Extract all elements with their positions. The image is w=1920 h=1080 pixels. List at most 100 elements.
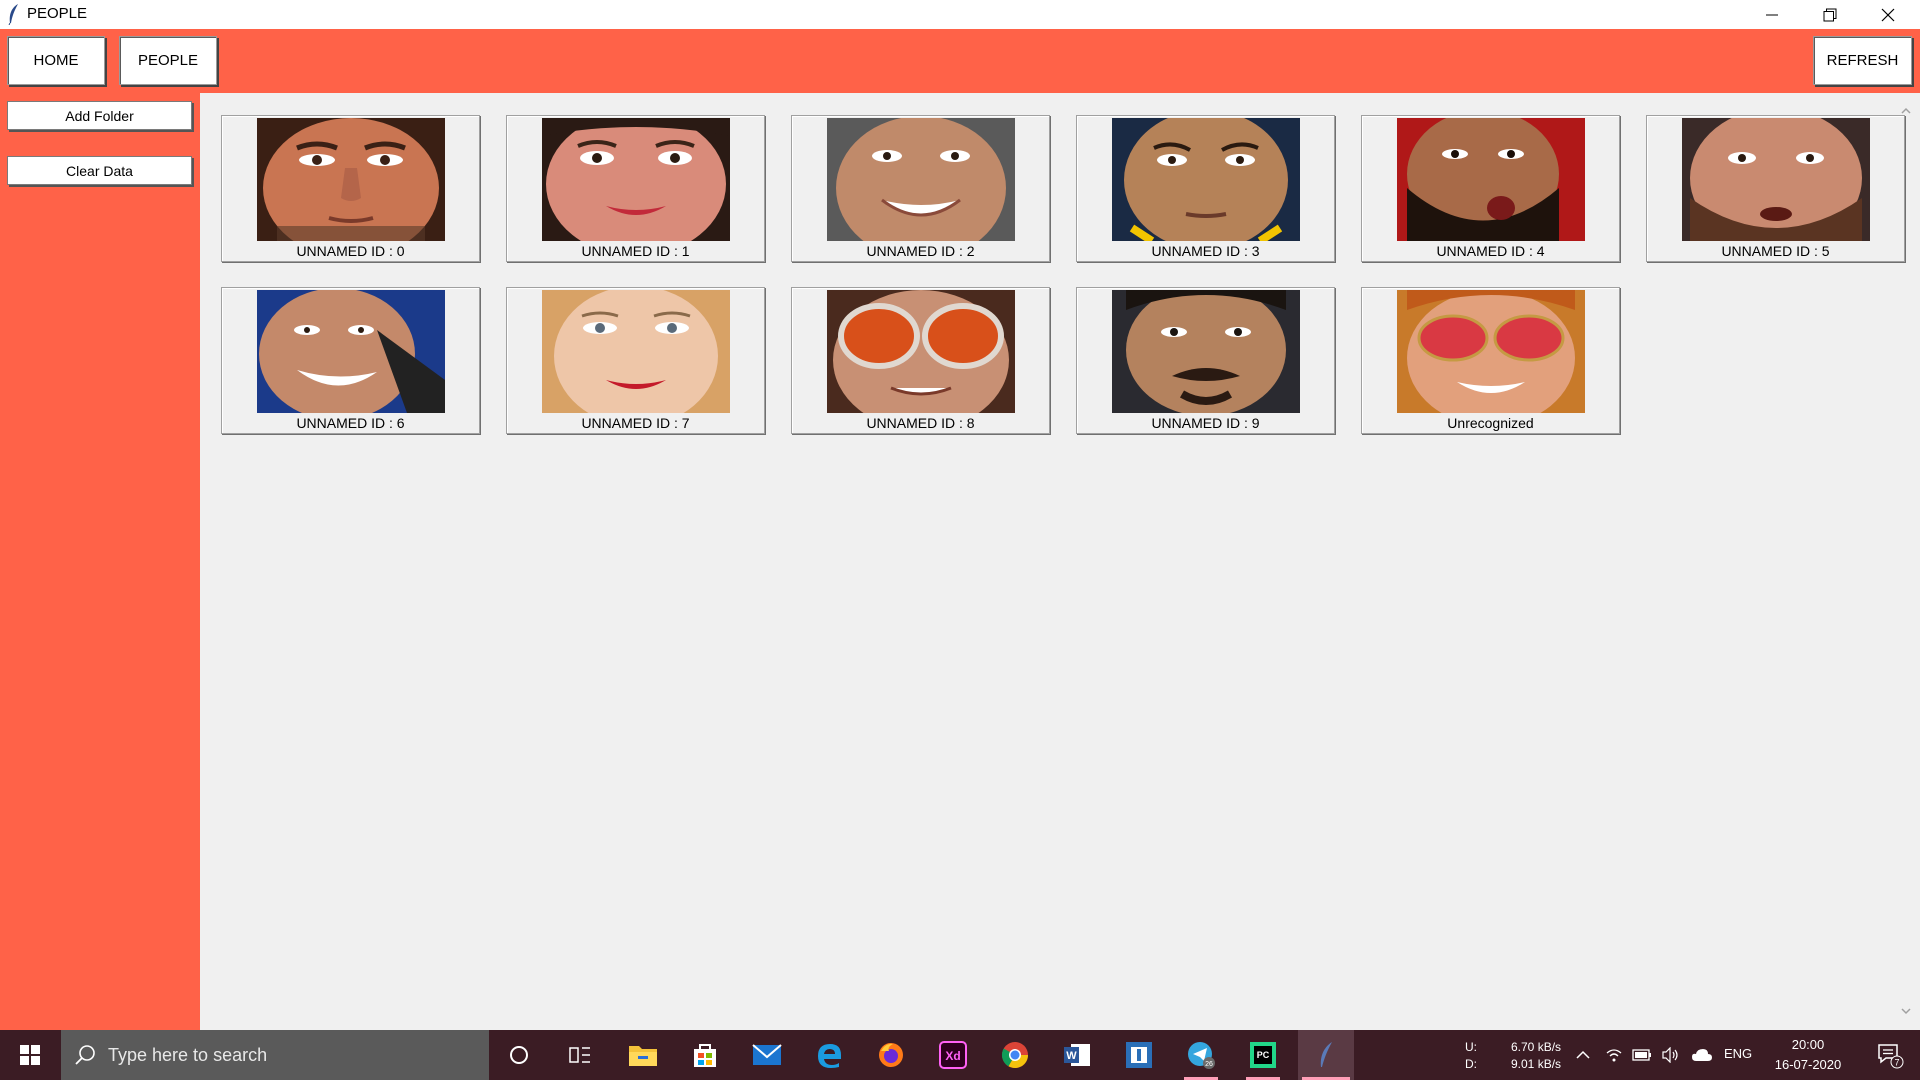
close-button[interactable] bbox=[1859, 0, 1917, 29]
task-view-button[interactable] bbox=[555, 1030, 605, 1080]
file-explorer-icon bbox=[629, 1046, 657, 1066]
taskbar-file-explorer[interactable] bbox=[618, 1030, 668, 1080]
person-card[interactable]: UNNAMED ID : 5 bbox=[1646, 115, 1905, 262]
face-photo bbox=[1397, 290, 1585, 413]
face-photo bbox=[1397, 118, 1585, 241]
person-card[interactable]: UNNAMED ID : 1 bbox=[506, 115, 765, 262]
app-icon bbox=[1126, 1042, 1152, 1068]
person-card[interactable]: UNNAMED ID : 3 bbox=[1076, 115, 1335, 262]
taskbar-edge[interactable] bbox=[804, 1030, 854, 1080]
face-photo bbox=[257, 118, 445, 241]
taskbar-mail[interactable] bbox=[742, 1030, 792, 1080]
title-bar: PEOPLE bbox=[0, 0, 1920, 29]
svg-text:W: W bbox=[1066, 1050, 1077, 1062]
task-view-icon bbox=[569, 1047, 590, 1063]
clock-date: 16-07-2020 bbox=[1774, 1057, 1842, 1072]
chevron-up-icon bbox=[1576, 1050, 1590, 1059]
taskbar-store[interactable] bbox=[680, 1030, 730, 1080]
battery-icon bbox=[1632, 1049, 1651, 1061]
xd-icon: Xd bbox=[939, 1041, 967, 1069]
edge-icon bbox=[818, 1044, 841, 1068]
person-caption: UNNAMED ID : 0 bbox=[296, 243, 405, 259]
person-caption: UNNAMED ID : 5 bbox=[1721, 243, 1830, 259]
cortana-button[interactable] bbox=[494, 1030, 544, 1080]
maximize-button[interactable] bbox=[1801, 0, 1859, 29]
taskbar-pycharm[interactable]: PC bbox=[1238, 1030, 1288, 1080]
person-card[interactable]: UNNAMED ID : 6 bbox=[221, 287, 480, 434]
person-card[interactable]: UNNAMED ID : 8 bbox=[791, 287, 1050, 434]
taskbar: Type here to search Xd W 26 PC U: D: 6.7… bbox=[0, 1030, 1920, 1080]
net-down-speed: 9.01 kB/s bbox=[1511, 1057, 1562, 1071]
taskbar-adobe-xd[interactable]: Xd bbox=[928, 1030, 978, 1080]
face-photo bbox=[257, 290, 445, 413]
windows-start-icon bbox=[20, 1045, 40, 1065]
minimize-button[interactable] bbox=[1743, 0, 1801, 29]
scroll-up-icon[interactable] bbox=[1900, 105, 1912, 117]
person-caption: UNNAMED ID : 6 bbox=[296, 415, 405, 431]
volume-icon bbox=[1662, 1047, 1678, 1063]
person-caption: UNNAMED ID : 4 bbox=[1436, 243, 1545, 259]
sidebar: Add Folder Clear Data bbox=[0, 93, 200, 1030]
person-card[interactable]: UNNAMED ID : 9 bbox=[1076, 287, 1335, 434]
cortana-icon bbox=[510, 1046, 528, 1064]
firefox-icon bbox=[879, 1043, 903, 1067]
net-down-label: D: bbox=[1465, 1057, 1477, 1071]
person-card[interactable]: Unrecognized bbox=[1361, 287, 1620, 434]
people-grid: UNNAMED ID : 0 UNNAMED ID : 1 UNNAMED ID… bbox=[200, 93, 1920, 1030]
network-status[interactable] bbox=[1600, 1030, 1628, 1080]
face-photo bbox=[1112, 118, 1300, 241]
net-up-label: U: bbox=[1465, 1040, 1477, 1054]
clock-time: 20:00 bbox=[1791, 1037, 1825, 1052]
battery-status[interactable] bbox=[1628, 1030, 1656, 1080]
feather-icon bbox=[8, 4, 18, 25]
action-center-button[interactable]: 7 bbox=[1866, 1030, 1914, 1080]
home-button[interactable]: HOME bbox=[7, 36, 105, 85]
word-icon: W bbox=[1064, 1044, 1090, 1066]
taskbar-telegram[interactable]: 26 bbox=[1176, 1030, 1226, 1080]
pycharm-icon: PC bbox=[1250, 1042, 1276, 1068]
person-caption: UNNAMED ID : 2 bbox=[866, 243, 975, 259]
person-caption: UNNAMED ID : 8 bbox=[866, 415, 975, 431]
person-caption: Unrecognized bbox=[1447, 415, 1534, 431]
add-folder-button[interactable]: Add Folder bbox=[7, 101, 192, 130]
taskbar-word[interactable]: W bbox=[1052, 1030, 1102, 1080]
notification-count: 7 bbox=[1894, 1058, 1899, 1068]
person-card[interactable]: UNNAMED ID : 0 bbox=[221, 115, 480, 262]
onedrive-status[interactable] bbox=[1688, 1030, 1716, 1080]
scroll-down-icon[interactable] bbox=[1900, 1005, 1912, 1017]
svg-text:Xd: Xd bbox=[945, 1049, 960, 1063]
face-photo bbox=[542, 118, 730, 241]
start-button[interactable] bbox=[0, 1030, 60, 1080]
taskbar-app[interactable] bbox=[1114, 1030, 1164, 1080]
search-placeholder: Type here to search bbox=[108, 1044, 268, 1065]
taskbar-people-app[interactable] bbox=[1298, 1030, 1354, 1080]
refresh-button[interactable]: REFRESH bbox=[1813, 36, 1912, 85]
close-icon bbox=[1881, 8, 1895, 21]
person-card[interactable]: UNNAMED ID : 4 bbox=[1361, 115, 1620, 262]
person-card[interactable]: UNNAMED ID : 2 bbox=[791, 115, 1050, 262]
person-caption: UNNAMED ID : 1 bbox=[581, 243, 690, 259]
show-hidden-icons[interactable] bbox=[1571, 1030, 1595, 1080]
person-caption: UNNAMED ID : 9 bbox=[1151, 415, 1260, 431]
telegram-badge-count: 26 bbox=[1205, 1061, 1213, 1068]
taskbar-search[interactable]: Type here to search bbox=[61, 1030, 489, 1080]
language-indicator[interactable]: ENG bbox=[1724, 1046, 1752, 1061]
wifi-icon bbox=[1606, 1049, 1622, 1062]
svg-text:PC: PC bbox=[1257, 1050, 1270, 1060]
people-button[interactable]: PEOPLE bbox=[119, 36, 217, 85]
clear-data-button[interactable]: Clear Data bbox=[7, 156, 192, 185]
taskbar-chrome[interactable] bbox=[990, 1030, 1040, 1080]
face-photo bbox=[1682, 118, 1870, 241]
clock[interactable]: 20:00 16-07-2020 bbox=[1764, 1030, 1852, 1080]
search-icon bbox=[75, 1045, 95, 1065]
face-photo bbox=[1112, 290, 1300, 413]
notification-icon: 7 bbox=[1878, 1044, 1904, 1069]
volume-control[interactable] bbox=[1657, 1030, 1685, 1080]
taskbar-firefox[interactable] bbox=[866, 1030, 916, 1080]
top-nav-bar: HOME PEOPLE REFRESH bbox=[0, 29, 1920, 93]
store-icon bbox=[694, 1044, 716, 1067]
minimize-icon bbox=[1766, 14, 1778, 15]
person-caption: UNNAMED ID : 7 bbox=[581, 415, 690, 431]
net-up-speed: 6.70 kB/s bbox=[1511, 1040, 1562, 1054]
person-card[interactable]: UNNAMED ID : 7 bbox=[506, 287, 765, 434]
